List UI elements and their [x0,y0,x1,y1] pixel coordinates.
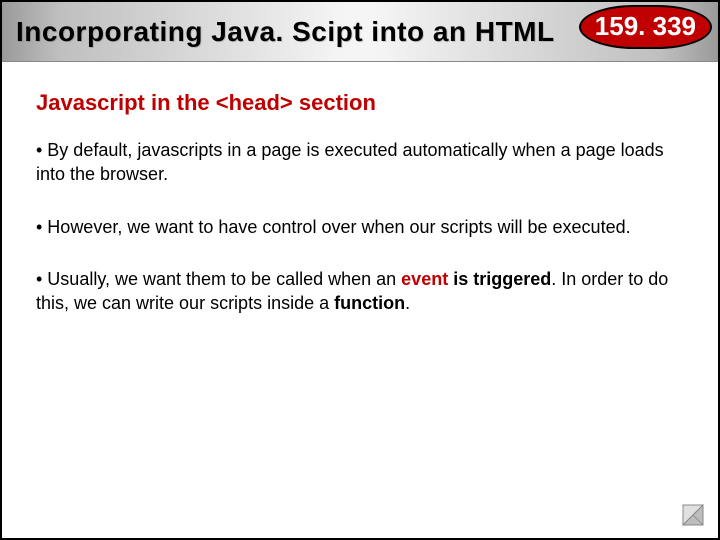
bullet-text: . [405,293,410,313]
course-badge: 159. 339 [579,5,712,49]
content-area: Javascript in the <head> section • By de… [2,62,718,315]
page-fold-icon [682,504,704,526]
bullet-text: • Usually, we want them to be called whe… [36,269,401,289]
page-title: Incorporating Java. Scipt into an HTML [16,16,555,48]
bullet-text: is triggered [448,269,551,289]
emphasis-event: event [401,269,448,289]
section-heading: Javascript in the <head> section [36,90,684,116]
bullet-item: • Usually, we want them to be called whe… [36,267,684,316]
title-bar: Incorporating Java. Scipt into an HTML 1… [2,2,718,62]
emphasis-function: function [334,293,405,313]
bullet-item: • However, we want to have control over … [36,215,684,239]
bullet-item: • By default, javascripts in a page is e… [36,138,684,187]
